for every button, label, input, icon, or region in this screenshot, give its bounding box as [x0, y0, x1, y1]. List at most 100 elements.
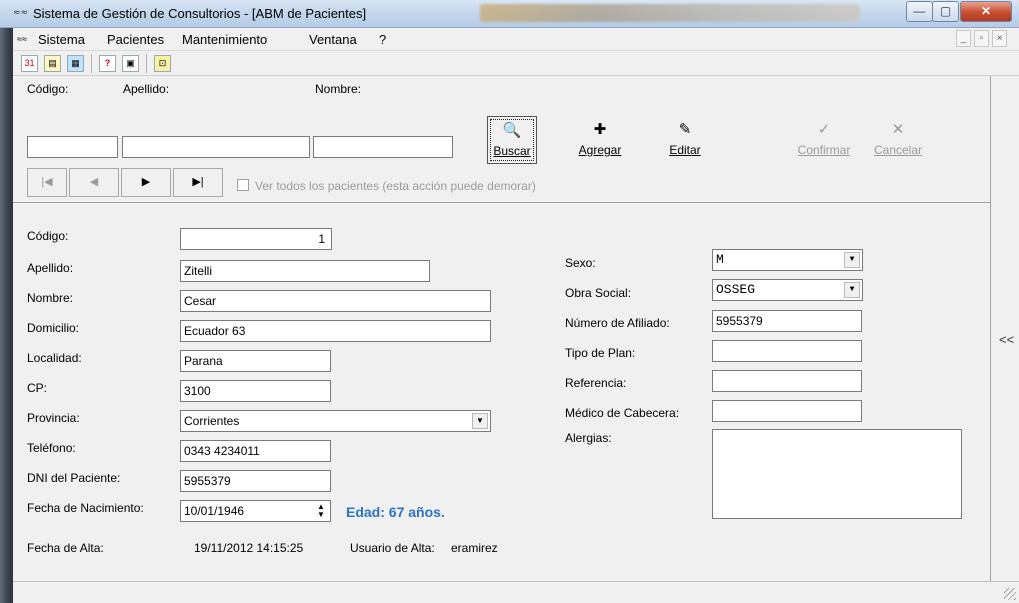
- ver-todos-label: Ver todos los pacientes (esta acción pue…: [255, 179, 536, 193]
- toolbar-separator: [91, 54, 92, 73]
- exit-icon[interactable]: ⊡: [154, 55, 171, 72]
- confirmar-button[interactable]: ✓ Confirmar: [796, 116, 852, 164]
- apellido-field[interactable]: Zitelli: [180, 260, 430, 282]
- menu-pacientes[interactable]: Pacientes: [107, 32, 164, 47]
- edad-text: Edad: 67 años.: [346, 504, 445, 520]
- editar-button[interactable]: ✎ Editar: [660, 116, 710, 164]
- toolbar: 31 ▤ ▦ ? ▣ ⊡: [13, 51, 1019, 76]
- chevron-down-icon[interactable]: ▼: [844, 282, 860, 298]
- localidad-label: Localidad:: [27, 351, 82, 365]
- fecha-nacimiento-value: 10/01/1946: [184, 504, 245, 518]
- search-apellido-input[interactable]: [122, 136, 310, 158]
- confirmar-label: Confirmar: [797, 143, 851, 157]
- domicilio-field[interactable]: Ecuador 63: [180, 320, 491, 342]
- provincia-select[interactable]: Corrientes ▼: [180, 410, 491, 432]
- search-apellido-label: Apellido:: [123, 82, 170, 96]
- collapse-label: <<: [999, 332, 1015, 347]
- spin-down-icon[interactable]: ▼: [314, 511, 328, 519]
- mdi-close-button[interactable]: ×: [992, 30, 1007, 47]
- chevron-down-icon[interactable]: ▼: [844, 252, 860, 268]
- nav-next-button[interactable]: ▶: [121, 168, 171, 197]
- calendar-icon[interactable]: 31: [21, 55, 38, 72]
- apellido-label: Apellido:: [27, 261, 74, 275]
- search-nombre-label: Nombre:: [315, 82, 362, 96]
- buscar-label: Buscar: [493, 144, 531, 158]
- medico-cabecera-field[interactable]: [712, 400, 862, 422]
- sexo-value: M: [716, 252, 724, 267]
- obra-social-value: OSSEG: [716, 282, 756, 297]
- provincia-value: Corrientes: [184, 414, 240, 428]
- nav-last-button[interactable]: ▶|: [173, 168, 223, 197]
- codigo-label: Código:: [27, 229, 69, 243]
- dni-field[interactable]: 5955379: [180, 470, 331, 492]
- edit-icon: ✎: [678, 121, 692, 138]
- usuario-alta-value: eramirez: [451, 541, 498, 555]
- fecha-nacimiento-picker[interactable]: 10/01/1946 ▲ ▼: [180, 500, 331, 522]
- menu-ventana[interactable]: Ventana: [309, 32, 357, 47]
- chevron-down-icon[interactable]: ▼: [472, 413, 488, 429]
- search-nombre-input[interactable]: [313, 136, 453, 158]
- numero-afiliado-label: Número de Afiliado:: [565, 316, 670, 330]
- ver-todos-checkbox[interactable]: [237, 179, 249, 191]
- menu-sistema[interactable]: Sistema: [38, 32, 85, 47]
- usuario-alta-label: Usuario de Alta:: [350, 541, 435, 555]
- status-bar: [13, 581, 1019, 603]
- codigo-field[interactable]: 1: [180, 228, 332, 250]
- agregar-button[interactable]: ✚ Agregar: [575, 116, 625, 164]
- numero-afiliado-field[interactable]: 5955379: [712, 310, 862, 332]
- patient-form: Código: Apellido: Nombre: Domicilio: Loc…: [13, 203, 990, 581]
- help-icon[interactable]: ?: [99, 55, 116, 72]
- nav-prev-button[interactable]: ◀: [69, 168, 119, 197]
- mdi-minimize-button[interactable]: _: [956, 30, 971, 47]
- search-codigo-input[interactable]: [27, 136, 118, 158]
- nombre-label: Nombre:: [27, 291, 74, 305]
- toolbar-separator: [146, 54, 147, 73]
- provincia-label: Provincia:: [27, 411, 80, 425]
- minimize-button[interactable]: —: [906, 1, 933, 22]
- mdi-child-icon[interactable]: ≈≈: [17, 34, 27, 44]
- spin-buttons[interactable]: ▲ ▼: [314, 503, 328, 520]
- resize-grip-icon[interactable]: [1004, 588, 1016, 600]
- cp-label: CP:: [27, 381, 48, 395]
- domicilio-label: Domicilio:: [27, 321, 80, 335]
- medico-cabecera-label: Médico de Cabecera:: [565, 406, 680, 420]
- search-codigo-label: Código:: [27, 82, 69, 96]
- menu-help[interactable]: ?: [379, 32, 386, 47]
- window-title: Sistema de Gestión de Consultorios - [AB…: [33, 6, 367, 21]
- nombre-field[interactable]: Cesar: [180, 290, 491, 312]
- maximize-button[interactable]: ▢: [932, 1, 959, 22]
- alergias-textarea[interactable]: [712, 429, 962, 519]
- search-icon: 🔍: [502, 122, 522, 139]
- cancelar-button[interactable]: ✕ Cancelar: [870, 116, 926, 164]
- tipo-plan-field[interactable]: [712, 340, 862, 362]
- obra-social-label: Obra Social:: [565, 286, 632, 300]
- buscar-button[interactable]: 🔍 Buscar: [487, 116, 537, 164]
- referencia-label: Referencia:: [565, 376, 627, 390]
- tipo-plan-label: Tipo de Plan:: [565, 346, 636, 360]
- window-frame: [0, 28, 13, 603]
- document-icon[interactable]: ▣: [122, 55, 139, 72]
- cp-field[interactable]: 3100: [180, 380, 331, 402]
- sexo-label: Sexo:: [565, 256, 596, 270]
- image-icon[interactable]: ▦: [67, 55, 84, 72]
- nav-first-button[interactable]: |◀: [27, 168, 67, 197]
- menu-mantenimiento[interactable]: Mantenimiento: [182, 32, 267, 47]
- taskbar-thumbnails: [480, 4, 860, 22]
- mdi-restore-button[interactable]: ▫: [974, 30, 989, 47]
- fecha-alta-label: Fecha de Alta:: [27, 541, 104, 555]
- close-button[interactable]: ✕: [960, 1, 1012, 22]
- referencia-field[interactable]: [712, 370, 862, 392]
- telefono-field[interactable]: 0343 4234011: [180, 440, 331, 462]
- cancel-icon: ✕: [891, 121, 905, 138]
- notes-icon[interactable]: ▤: [44, 55, 61, 72]
- sexo-select[interactable]: M ▼: [712, 249, 863, 271]
- dni-label: DNI del Paciente:: [27, 471, 121, 485]
- add-icon: ✚: [593, 121, 607, 138]
- title-bar: ≈≈ Sistema de Gestión de Consultorios - …: [0, 0, 1019, 28]
- side-panel-toggle[interactable]: <<: [990, 76, 1019, 581]
- obra-social-select[interactable]: OSSEG ▼: [712, 279, 863, 301]
- alergias-label: Alergias:: [565, 431, 612, 445]
- editar-label: Editar: [669, 143, 701, 157]
- fecha-alta-value: 19/11/2012 14:15:25: [194, 541, 304, 555]
- localidad-field[interactable]: Parana: [180, 350, 331, 372]
